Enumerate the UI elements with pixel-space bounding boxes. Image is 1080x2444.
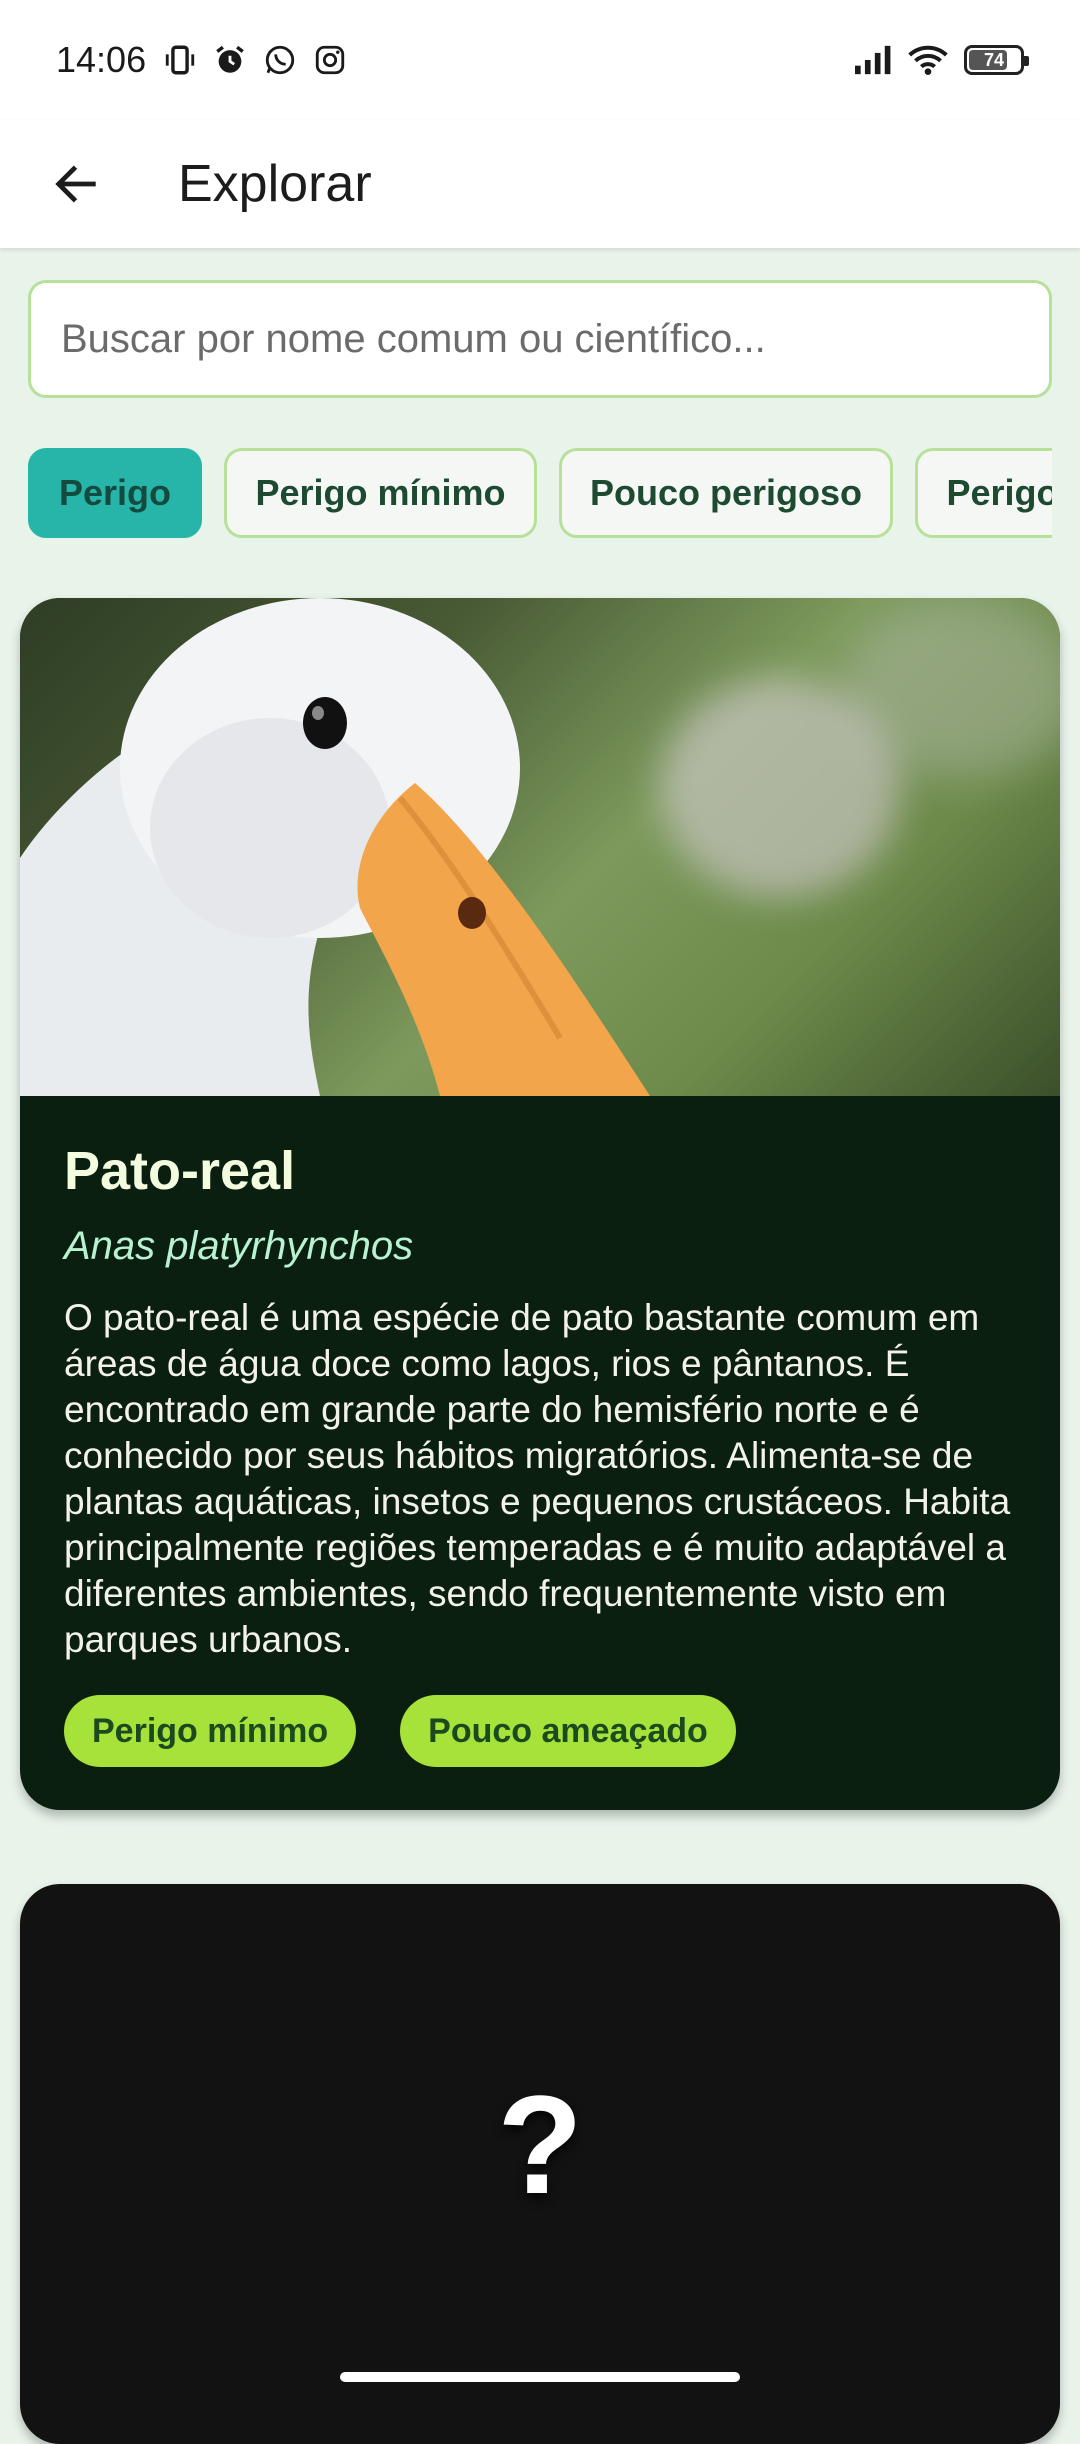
search-box[interactable]: [28, 280, 1052, 398]
unknown-image-placeholder: ?: [497, 2066, 583, 2223]
instagram-icon: [310, 40, 350, 80]
battery-icon: 74: [964, 45, 1029, 75]
species-image: [20, 598, 1060, 1096]
status-bar: 14:06 74: [0, 0, 1080, 120]
filter-chips: Perigo Perigo mínimo Pouco perigoso Peri…: [28, 448, 1052, 542]
page-title: Explorar: [178, 155, 372, 213]
back-arrow-icon: [55, 165, 96, 203]
badge-pouco-ameacado: Pouco ameaçado: [400, 1695, 736, 1767]
species-card-body: Pato-real Anas platyrhynchos O pato-real…: [20, 1096, 1060, 1767]
app-bar: Explorar: [0, 120, 1080, 248]
search-input[interactable]: [61, 316, 1019, 362]
vibrate-icon: [160, 40, 200, 80]
alarm-icon: [210, 40, 250, 80]
species-card[interactable]: Pato-real Anas platyrhynchos O pato-real…: [20, 598, 1060, 1810]
back-button[interactable]: [36, 144, 116, 224]
species-description: O pato-real é uma espécie de pato bastan…: [64, 1297, 1011, 1660]
badge-perigo-minimo: Perigo mínimo: [64, 1695, 357, 1767]
signal-icon: [852, 40, 892, 80]
wifi-icon: [908, 40, 948, 80]
species-scientific-name: Anas platyrhynchos: [64, 1224, 414, 1268]
status-right: 74: [852, 40, 1029, 80]
duck-illustration: [20, 598, 650, 1096]
chip-perigo-minimo[interactable]: Perigo mínimo: [224, 448, 537, 538]
home-indicator[interactable]: [340, 2372, 740, 2382]
chip-perigo[interactable]: Perigo: [28, 448, 203, 538]
chip-perigo-extra[interactable]: Perigo: [915, 448, 1052, 538]
species-common-name: Pato-real: [64, 1141, 296, 1201]
status-time: 14:06: [56, 39, 147, 80]
whatsapp-icon: [260, 40, 300, 80]
battery-level: 74: [983, 49, 1005, 70]
species-badges: Perigo mínimo Pouco ameaçado: [64, 1695, 1016, 1767]
chip-pouco-perigoso[interactable]: Pouco perigoso: [558, 448, 893, 538]
status-left: 14:06: [56, 39, 350, 81]
species-card-placeholder[interactable]: ?: [20, 1884, 1060, 2444]
